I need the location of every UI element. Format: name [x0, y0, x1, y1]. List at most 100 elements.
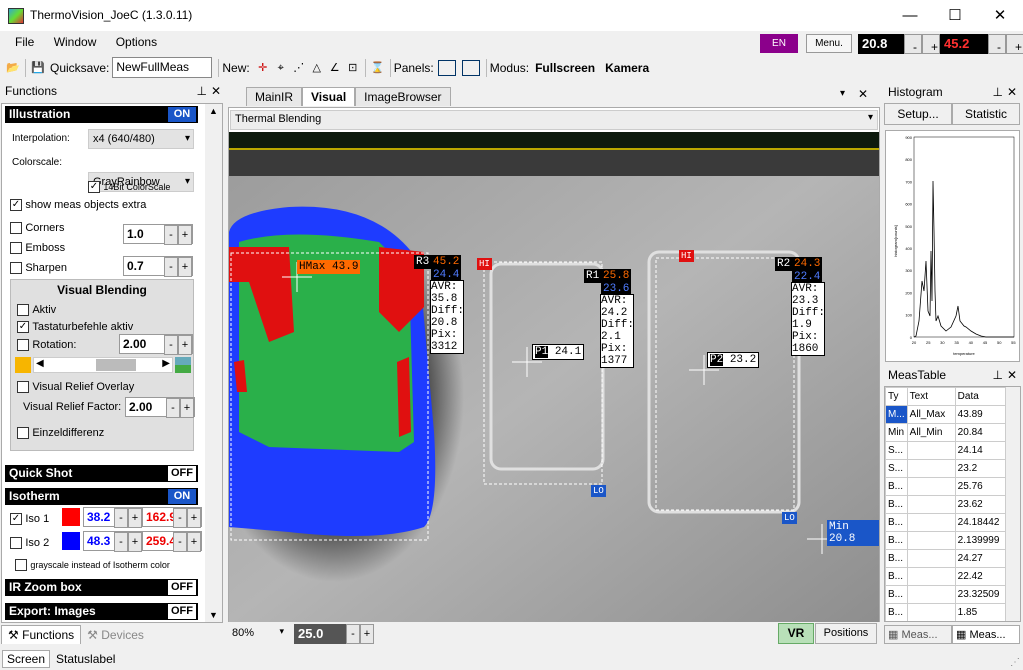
new-triangle-icon[interactable]: △: [308, 58, 326, 78]
relief-overlay-checkbox[interactable]: Visual Relief Overlay: [17, 379, 134, 393]
close-button[interactable]: ✕: [977, 0, 1023, 31]
r1-label[interactable]: R1: [584, 269, 602, 283]
scale-minus[interactable]: -: [346, 624, 360, 644]
iso2-checkbox[interactable]: Iso 2: [10, 535, 49, 549]
irzoom-header[interactable]: IR Zoom box OFF: [5, 579, 198, 596]
iso1-low-plus[interactable]: +: [128, 508, 142, 528]
minimize-button[interactable]: —: [887, 0, 933, 31]
table-row[interactable]: B... 23.32509: [885, 585, 1006, 604]
vr-button[interactable]: VR: [778, 623, 814, 644]
hmax-label[interactable]: HMax 43.9: [297, 260, 361, 274]
iso2-low-stepper[interactable]: 48.3- +: [83, 531, 143, 552]
temp-max-plus[interactable]: +: [1006, 34, 1023, 54]
slider-right-icon[interactable]: ▶: [162, 358, 170, 369]
mode-select[interactable]: Thermal Blending ▾: [230, 110, 878, 130]
temp-min-minus[interactable]: -: [904, 34, 922, 54]
tastatur-checkbox[interactable]: ✓ Tastaturbefehle aktiv: [17, 319, 133, 333]
panel-split-icon[interactable]: [461, 59, 480, 76]
sharpen-minus[interactable]: -: [164, 257, 178, 277]
illustration-header[interactable]: Illustration ON: [5, 106, 198, 123]
new-point-icon[interactable]: ✛: [254, 58, 272, 78]
quickshot-toggle[interactable]: OFF: [168, 466, 196, 481]
iso2-high-minus[interactable]: -: [173, 532, 187, 552]
tab-mainir[interactable]: MainIR: [246, 86, 303, 106]
bit14-checkbox[interactable]: ✓ 14Bit ColorScale: [88, 179, 170, 193]
tab-meas-1[interactable]: ▦ Meas...: [884, 625, 952, 644]
quicksave-input[interactable]: NewFullMeas: [112, 57, 213, 78]
table-row[interactable]: M... All_Max 43.89: [885, 405, 1006, 424]
p1-label[interactable]: P1 24.1: [532, 344, 585, 360]
grayscale-checkbox[interactable]: grayscale instead of Isotherm color: [15, 557, 170, 571]
rotation-plus[interactable]: +: [178, 335, 192, 355]
pin-icon[interactable]: ⊥: [993, 85, 1003, 99]
close-icon[interactable]: ✕: [1007, 368, 1017, 382]
iso2-high-stepper[interactable]: 259.4- +: [142, 531, 202, 552]
menu-button[interactable]: Menu.: [806, 34, 852, 53]
rotation-checkbox[interactable]: Rotation:: [17, 337, 76, 351]
rotation-minus[interactable]: -: [164, 335, 178, 355]
panel-single-icon[interactable]: [437, 59, 456, 76]
open-folder-icon[interactable]: 📂: [4, 58, 22, 78]
menu-window[interactable]: Window: [46, 32, 105, 52]
zoom-select[interactable]: 80% ▾: [228, 624, 288, 644]
relief-factor-minus[interactable]: -: [166, 398, 180, 418]
iso1-color[interactable]: [62, 508, 80, 526]
iso2-color[interactable]: [62, 532, 80, 550]
scroll-up-icon[interactable]: ▲: [209, 106, 218, 116]
interpolation-select[interactable]: x4 (640/480): [88, 129, 194, 149]
tab-meas-2[interactable]: ▦ Meas...: [952, 625, 1020, 644]
visual-image-icon[interactable]: [175, 357, 191, 373]
export-header[interactable]: Export: Images OFF: [5, 603, 198, 620]
timestamp-icon[interactable]: ⌛: [369, 58, 387, 78]
table-row[interactable]: B... 1.85: [885, 603, 1006, 621]
setup-button[interactable]: Setup...: [884, 103, 952, 125]
new-rect-icon[interactable]: ⊡: [344, 58, 362, 78]
table-row[interactable]: B... 22.42: [885, 567, 1006, 586]
iso1-low-minus[interactable]: -: [114, 508, 128, 528]
table-row[interactable]: S... 23.2: [885, 459, 1006, 478]
new-cursor-icon[interactable]: ⌖: [272, 58, 290, 78]
close-icon[interactable]: ✕: [1007, 85, 1017, 99]
rotation-stepper[interactable]: 2.00 - +: [119, 334, 193, 355]
column-header[interactable]: Data: [954, 387, 1006, 406]
export-toggle[interactable]: OFF: [168, 604, 196, 619]
resize-grip-icon[interactable]: ⋰: [1010, 657, 1020, 668]
isotherm-header[interactable]: Isotherm ON: [5, 488, 198, 505]
new-line-icon[interactable]: ∠: [326, 58, 344, 78]
iso1-checkbox[interactable]: ✓ Iso 1: [10, 511, 49, 525]
dropdown-icon[interactable]: ▾: [840, 88, 845, 99]
functions-scrollbar[interactable]: ▲ ▼: [205, 104, 222, 622]
isotherm-toggle[interactable]: ON: [168, 489, 196, 504]
table-row[interactable]: B... 2.139999: [885, 531, 1006, 550]
positions-button[interactable]: Positions: [815, 623, 877, 644]
menu-options[interactable]: Options: [108, 32, 165, 52]
kamera-button[interactable]: Kamera: [605, 61, 649, 75]
iso1-high-minus[interactable]: -: [173, 508, 187, 528]
thermal-image[interactable]: R3 45.2 24.4 AVR: 35.8 Diff: 20.8 Pix: 3…: [229, 132, 879, 622]
corners-stepper[interactable]: 1.0 - +: [123, 224, 193, 245]
maximize-button[interactable]: ☐: [932, 0, 978, 31]
einzeldiff-checkbox[interactable]: Einzeldifferenz: [17, 425, 104, 439]
table-row[interactable]: B... 25.76: [885, 477, 1006, 496]
illustration-toggle[interactable]: ON: [168, 107, 196, 122]
slider-left-icon[interactable]: ◀: [36, 358, 44, 369]
iso2-high-plus[interactable]: +: [187, 532, 201, 552]
tab-imagebrowser[interactable]: ImageBrowser: [355, 86, 451, 106]
emboss-checkbox[interactable]: Emboss: [10, 240, 65, 254]
blending-slider[interactable]: ◀ ▶: [33, 357, 173, 373]
lo-marker[interactable]: LO: [591, 485, 606, 497]
relief-factor-plus[interactable]: +: [180, 398, 194, 418]
sharpen-plus[interactable]: +: [178, 257, 192, 277]
relief-factor-stepper[interactable]: 2.00- +: [125, 397, 195, 418]
quicksave-icon[interactable]: 💾: [29, 58, 47, 78]
r3-label[interactable]: R3: [414, 255, 432, 269]
tab-devices[interactable]: ⚒ Devices: [81, 626, 150, 644]
min-label[interactable]: Min 20.8: [827, 520, 879, 546]
meastable-scrollbar[interactable]: [1006, 387, 1020, 621]
tab-visual[interactable]: Visual: [302, 86, 356, 106]
table-row[interactable]: B... 23.62: [885, 495, 1006, 514]
iso1-low-stepper[interactable]: 38.2- +: [83, 507, 143, 528]
slider-thumb[interactable]: [96, 359, 136, 371]
sharpen-checkbox[interactable]: Sharpen: [10, 260, 67, 274]
corners-plus[interactable]: +: [178, 225, 192, 245]
